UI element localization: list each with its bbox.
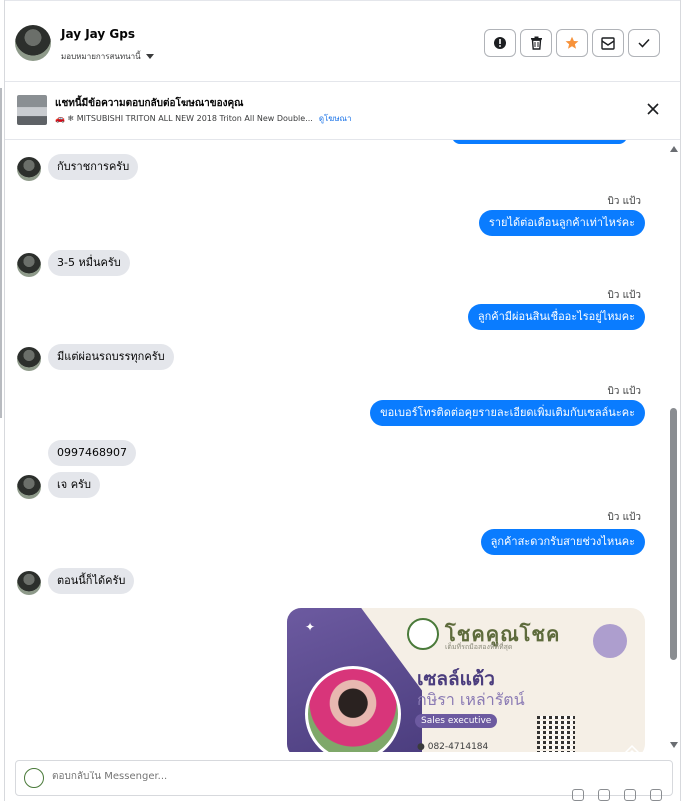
message-bubble-incoming[interactable]: มีแต่ผ่อนรถบรรทุกครับ	[48, 344, 174, 370]
message-bubble-incoming[interactable]: กับราชการครับ	[48, 154, 139, 180]
salesperson-photo	[305, 666, 401, 752]
qr-code	[537, 716, 575, 752]
card-tagline: เต็มที่รถมือสองที่ดีที่สุด	[445, 643, 513, 651]
image-icon[interactable]	[598, 789, 610, 801]
reply-composer	[15, 760, 673, 801]
card-role: Sales executive	[415, 714, 498, 728]
ad-text: 🚗 ❄ MITSUBISHI TRITON ALL NEW 2018 Trito…	[55, 114, 313, 123]
message-bubble-outgoing[interactable]: ลูกค้ามีผ่อนสินเชื่ออะไรอยู่ไหมคะ	[467, 304, 645, 330]
scroll-up-arrow-icon[interactable]	[670, 146, 678, 152]
message-bubble-incoming[interactable]: ตอนนี้ก็ได้ครับ	[48, 568, 135, 594]
scroll-up-chevron-icon[interactable]	[621, 740, 643, 752]
mark-spam-button[interactable]	[484, 29, 516, 57]
emoji-icon[interactable]	[624, 789, 636, 801]
thread-scrollbar[interactable]	[667, 140, 680, 752]
contact-avatar-small	[17, 571, 41, 595]
message-bubble-outgoing-partial	[452, 140, 627, 144]
ad-thumbnail[interactable]	[17, 95, 47, 125]
composer-tools	[572, 789, 662, 801]
sender-name: บิว แป้ว	[607, 512, 641, 523]
assign-label: มอบหมายการสนทนานี้	[61, 52, 141, 61]
sender-name: บิว แป้ว	[607, 290, 641, 301]
view-ad-link[interactable]: ดูโฆษณา	[319, 114, 352, 123]
alert-icon	[494, 37, 506, 49]
attachment-icon[interactable]	[572, 789, 584, 801]
message-bubble-incoming[interactable]: เจ ครับ	[48, 472, 100, 498]
contact-name[interactable]: Jay Jay Gps	[61, 27, 135, 41]
page-avatar	[24, 768, 44, 788]
assign-conversation-dropdown[interactable]: มอบหมายการสนทนานี้	[61, 50, 154, 63]
card-phone-number: 082-4714184	[427, 742, 489, 752]
reply-input[interactable]	[52, 771, 492, 782]
contact-avatar[interactable]	[15, 25, 51, 61]
message-bubble-outgoing[interactable]: ลูกค้าสะดวกรับสายช่วงไหนคะ	[480, 529, 645, 555]
gif-icon[interactable]	[650, 789, 662, 801]
ad-reply-banner: แชทนี้มีข้อความตอบกลับต่อโฆษณาของคุณ 🚗 ❄…	[5, 82, 680, 140]
phone-icon: ●	[417, 742, 425, 752]
message-bubble-outgoing[interactable]: ขอเบอร์โทรติดต่อคุยรายละเอียดเพิ่มเติมกั…	[370, 400, 645, 426]
contact-avatar-small	[17, 347, 41, 371]
card-fullname: กษิรา เหล่ารัตน์	[417, 690, 525, 709]
mail-icon	[601, 36, 615, 50]
contact-avatar-small	[17, 253, 41, 277]
scrollbar-thumb[interactable]	[670, 408, 677, 660]
message-thread[interactable]: กับราชการครับ บิว แป้ว รายได้ต่อเดือนลูก…	[5, 140, 669, 752]
sender-name: บิว แป้ว	[607, 196, 641, 207]
sender-name: บิว แป้ว	[607, 386, 641, 397]
close-icon[interactable]	[646, 102, 660, 116]
message-bubble-incoming[interactable]: 3-5 หมื่นครับ	[48, 250, 130, 276]
card-phone: ● 082-4714184	[417, 742, 488, 752]
message-bubble-incoming[interactable]: 0997468907	[48, 440, 136, 466]
card-decoration	[593, 624, 627, 658]
conversation-header: Jay Jay Gps มอบหมายการสนทนานี้	[5, 0, 680, 82]
business-card-image[interactable]: ✦ โชคคูณโชค เต็มที่รถมือสองที่ดีที่สุด เ…	[287, 608, 645, 752]
messenger-window: Jay Jay Gps มอบหมายการสนทนานี้ แชทนี้มีข	[4, 0, 681, 801]
ad-banner-title: แชทนี้มีข้อความตอบกลับต่อโฆษณาของคุณ	[55, 98, 244, 109]
mark-done-button[interactable]	[628, 29, 660, 57]
window-edge	[0, 88, 2, 418]
ad-description: 🚗 ❄ MITSUBISHI TRITON ALL NEW 2018 Trito…	[55, 112, 351, 125]
message-bubble-outgoing[interactable]: รายได้ต่อเดือนลูกค้าเท่าไหร่คะ	[478, 210, 645, 236]
delete-button[interactable]	[520, 29, 552, 57]
star-icon	[565, 36, 579, 49]
contact-avatar-small	[17, 475, 41, 499]
brand-logo-icon	[407, 618, 439, 650]
sparkle-icon: ✦	[305, 620, 316, 634]
mark-unread-button[interactable]	[592, 29, 624, 57]
star-button[interactable]	[556, 29, 588, 57]
scroll-down-arrow-icon[interactable]	[670, 742, 678, 748]
check-icon	[638, 38, 650, 48]
caret-down-icon	[145, 54, 154, 59]
contact-avatar-small	[17, 157, 41, 181]
header-actions	[484, 29, 660, 57]
trash-icon	[530, 36, 542, 50]
